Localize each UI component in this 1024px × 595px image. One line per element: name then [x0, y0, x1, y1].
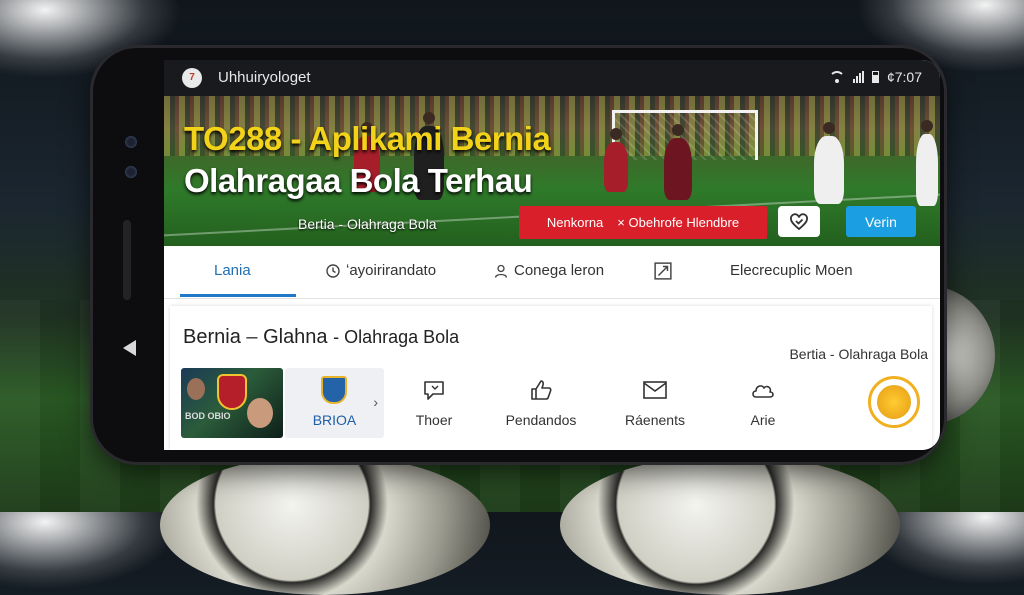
- banner-headline-line2: Olahragaa Bola Terhau: [184, 162, 533, 199]
- tab-electronic-label: Elecrecuplic Moen: [730, 262, 853, 279]
- team-crest-icon: [217, 374, 247, 410]
- section-title-part3: - Olahraga Bola: [333, 327, 460, 347]
- tab-home[interactable]: Lania: [214, 262, 251, 279]
- status-bar: 7 Uhhuiryologet ¢7:07: [164, 60, 940, 96]
- section-title-part2: Glahna: [263, 326, 328, 348]
- club-badge-icon: [321, 376, 347, 404]
- section-title-separator: –: [246, 326, 258, 348]
- soccer-ball-left: [160, 455, 490, 595]
- promo-button[interactable]: Nenkorna × Obehrofe Hlendbre: [519, 206, 767, 239]
- phone-bezel: [93, 48, 163, 462]
- team-card-image[interactable]: BOD OBIO: [181, 368, 283, 438]
- feature-messages[interactable]: Ráenents: [600, 378, 710, 428]
- player-figure: [916, 120, 938, 206]
- back-arrow-icon[interactable]: [123, 340, 136, 356]
- player-figure: [814, 122, 844, 204]
- tab-home-label: Lania: [214, 262, 251, 279]
- status-icons: ¢7:07: [828, 69, 922, 85]
- thumbs-up-icon: [531, 380, 552, 400]
- section-right-text: Bertia - Olahraga Bola: [789, 346, 928, 362]
- hero-banner[interactable]: TO288 - Aplikami Bernia Olahragaa Bola T…: [164, 96, 940, 246]
- section-title: Bernia – Glahna - Olahraga Bola: [183, 326, 459, 349]
- section-title-part1: Bernia: [183, 326, 241, 348]
- active-tab-indicator: [180, 294, 296, 297]
- chat-icon: [424, 381, 444, 400]
- content-panel: Bernia – Glahna - Olahraga Bola Bertia -…: [170, 306, 932, 450]
- feature-chat[interactable]: Thoer: [379, 378, 489, 428]
- expand-icon: [654, 262, 672, 280]
- app-screen: 7 Uhhuiryologet ¢7:07 TO288 - Aplikami B…: [164, 60, 940, 450]
- feature-chat-label: Thoer: [415, 412, 453, 428]
- mail-icon: [643, 381, 667, 399]
- banner-subtitle: Bertia - Olahraga Bola: [298, 216, 437, 232]
- player-figure: [604, 128, 628, 192]
- promo-button-left-label: Nenkorna: [546, 215, 604, 230]
- club-card[interactable]: BRIOA ›: [285, 368, 384, 438]
- phone-frame: 7 Uhhuiryologet ¢7:07 TO288 - Aplikami B…: [93, 48, 944, 462]
- speaker-slot: [123, 220, 131, 300]
- promo-button-right-label: × Obehrofe Hlendbre: [617, 215, 740, 230]
- player-figure: [664, 124, 692, 200]
- feature-like[interactable]: Pendandos: [486, 378, 596, 428]
- camera-icon: [125, 136, 137, 148]
- tab-schedule-label: ʻayoirirandato: [346, 262, 437, 279]
- team-card-caption: BOD OBIO: [185, 411, 231, 421]
- battery-icon: [871, 71, 879, 83]
- tab-profile[interactable]: Conega leron: [494, 262, 604, 279]
- wifi-icon: [828, 71, 845, 83]
- feature-cloud-label: Arie: [750, 412, 776, 428]
- player-face: [247, 398, 273, 428]
- tab-profile-label: Conega leron: [514, 262, 605, 279]
- tab-bar: Lania ʻayoirirandato Conega leron Elecre…: [164, 246, 940, 299]
- cloud-icon: [752, 385, 774, 398]
- gold-badge-icon[interactable]: [868, 376, 920, 428]
- heart-check-button[interactable]: [778, 206, 820, 237]
- banner-headline-line1: TO288 - Aplikami Bernia: [184, 120, 551, 157]
- chevron-right-icon: ›: [373, 394, 378, 410]
- status-time: ¢7:07: [886, 69, 922, 85]
- signal-icon: [852, 71, 864, 83]
- gold-badge-center: [877, 385, 911, 419]
- view-button[interactable]: Verin: [846, 206, 916, 237]
- tab-electronic[interactable]: Elecrecuplic Moen: [730, 262, 853, 279]
- tab-schedule[interactable]: ʻayoirirandato: [326, 262, 436, 279]
- app-logo-icon: 7: [182, 68, 202, 88]
- feature-messages-label: Ráenents: [625, 412, 685, 428]
- feature-cloud[interactable]: Arie: [708, 378, 818, 428]
- feature-like-label: Pendandos: [505, 412, 577, 428]
- heart-check-icon: [790, 212, 808, 230]
- player-face: [187, 378, 205, 400]
- app-name: Uhhuiryologet: [218, 69, 311, 86]
- soccer-ball-center: [560, 455, 900, 595]
- club-card-label: BRIOA: [312, 412, 357, 428]
- tab-expand[interactable]: [654, 262, 672, 280]
- clock-icon: [326, 263, 340, 278]
- user-icon: [494, 264, 508, 278]
- sensor-icon: [125, 166, 137, 178]
